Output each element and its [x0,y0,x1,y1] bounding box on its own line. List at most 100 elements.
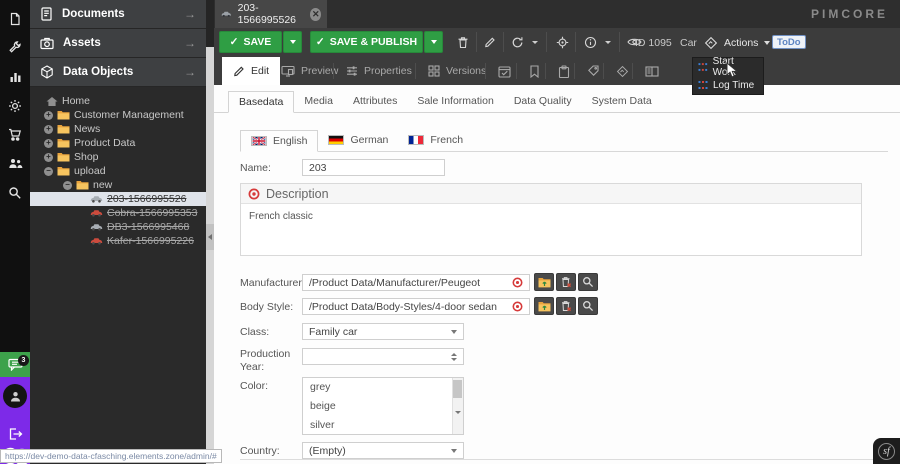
tree-node-home[interactable]: Home [30,94,206,108]
reports-icon[interactable] [0,62,30,91]
info-button[interactable] [578,31,602,53]
data-objects-panel-header[interactable]: Data Objects → [30,58,206,87]
tree-node-object-selected[interactable]: 203-1566995526 [30,192,206,206]
versions-grid-icon [428,65,440,77]
color-multiselect[interactable]: grey beige silver [302,377,464,435]
assets-panel-label: Assets [63,37,101,49]
symfony-debug-badge[interactable]: sf [873,438,900,464]
assets-panel-header[interactable]: Assets → [30,29,206,58]
tab-system-data[interactable]: System Data [582,90,662,112]
reload-button[interactable] [505,31,529,53]
scrollbar-thumb[interactable] [453,380,462,398]
tab-lang-german[interactable]: German [318,129,398,151]
expand-plus-icon[interactable]: + [44,153,53,162]
tree-node-folder[interactable]: + Product Data [30,136,206,150]
bookmark-icon [529,65,540,78]
documents-mode-icon[interactable] [0,4,30,33]
description-label: Description [266,187,329,201]
locate-in-tree-button[interactable] [550,31,574,53]
tree-node-object[interactable]: Kafer-1566995226 [30,234,206,248]
manufacturer-input[interactable]: /Product Data/Manufacturer/Peugeot [302,274,530,291]
body-style-search-button[interactable] [578,297,598,315]
class-select[interactable]: Family car [302,323,464,340]
spinner-arrows[interactable] [451,353,457,361]
ecommerce-cart-icon[interactable] [0,120,30,149]
expand-plus-icon[interactable]: + [44,111,53,120]
tree-node-folder-new[interactable]: − new [30,178,206,192]
documents-panel-header[interactable]: Documents → [30,0,206,29]
color-option[interactable]: beige [303,397,463,416]
actions-dropdown-button[interactable]: Actions [704,28,770,57]
workflow-status-badge: ToDo [772,35,806,49]
tab-title: 203-1566995526 [238,2,303,26]
description-editor[interactable]: French classic [241,204,861,229]
tools-icon[interactable] [0,33,30,62]
marketing-users-icon[interactable] [0,149,30,178]
logout-icon[interactable] [0,421,30,447]
collapse-minus-icon[interactable]: − [63,181,72,190]
tree-node-folder-upload[interactable]: − upload [30,164,206,178]
expand-arrow-icon[interactable]: → [184,65,196,79]
tab-basedata[interactable]: Basedata [228,91,294,113]
tree-node-object[interactable]: Cobra-1566995353 [30,206,206,220]
notifications-chat-button[interactable]: 3 [0,352,30,377]
open-object-tab[interactable]: 203-1566995526 ✕ [215,0,327,28]
view-tabbar: Edit Preview Properties Versions [214,57,900,85]
tree-node-folder[interactable]: + Shop [30,150,206,164]
status-url-tooltip: https://dev-demo-data-cfasching.elements… [0,449,222,463]
info-dropdown-button[interactable] [600,31,616,53]
manufacturer-remove-button[interactable] [556,273,576,291]
tab-media[interactable]: Media [294,90,343,112]
panel-bottom-border [240,459,888,460]
tab-lang-french[interactable]: French [398,129,473,151]
tab-data-quality[interactable]: Data Quality [504,90,582,112]
tree-node-object[interactable]: DB3-1566995468 [30,220,206,234]
manufacturer-search-button[interactable] [578,273,598,291]
edit-panel: Basedata Media Attributes Sale Informati… [214,85,900,464]
color-option[interactable]: silver [303,416,463,435]
close-tab-icon[interactable]: ✕ [310,8,321,21]
workflow-transition-icon [698,80,708,90]
tab-lang-english[interactable]: English [240,130,318,152]
expand-plus-icon[interactable]: + [44,125,53,134]
delete-button[interactable] [451,31,475,53]
red-car-icon [90,237,103,245]
expand-arrow-icon[interactable]: → [184,36,196,50]
save-publish-dropdown-button[interactable] [424,31,443,53]
tree-node-folder[interactable]: + News [30,122,206,136]
scroll-down-icon[interactable] [455,414,461,432]
expand-plus-icon[interactable]: + [44,139,53,148]
body-style-remove-button[interactable] [556,297,576,315]
color-option[interactable]: grey [303,378,463,397]
tab-properties[interactable]: Properties [335,57,423,85]
tab-attributes[interactable]: Attributes [343,90,407,112]
save-publish-button[interactable]: ✓SAVE & PUBLISH [310,31,423,53]
manufacturer-open-button[interactable] [534,273,554,291]
settings-gear-icon[interactable] [0,91,30,120]
save-dropdown-button[interactable] [283,31,302,53]
uk-flag-icon [251,136,267,146]
body-style-label: Body Style: [240,301,300,314]
tag-icon [587,65,599,77]
tree-node-folder[interactable]: + Customer Management [30,108,206,122]
reload-dropdown-button[interactable] [527,31,543,53]
search-icon[interactable] [0,178,30,207]
expand-arrow-icon[interactable]: → [184,7,196,21]
body-style-input[interactable]: /Product Data/Body-Styles/4-door sedan [302,298,530,315]
avatar[interactable] [3,384,27,408]
save-button[interactable]: ✓SAVE [219,31,282,53]
country-select[interactable]: (Empty) [302,442,464,459]
tab-dependencies[interactable] [634,57,670,85]
tab-sale-information[interactable]: Sale Information [407,90,503,112]
name-input[interactable]: 203 [302,159,445,176]
listbox-scrollbar[interactable] [452,378,463,434]
production-year-spinner[interactable] [302,348,464,365]
localized-field-icon [512,277,523,288]
collapse-minus-icon[interactable]: − [44,167,53,176]
mouse-cursor [726,62,738,79]
grey-car-icon [90,223,103,231]
rename-button[interactable] [478,31,502,53]
body-style-open-button[interactable] [534,297,554,315]
sidebar-collapse-handle[interactable] [206,224,214,250]
folder-icon [57,138,70,148]
